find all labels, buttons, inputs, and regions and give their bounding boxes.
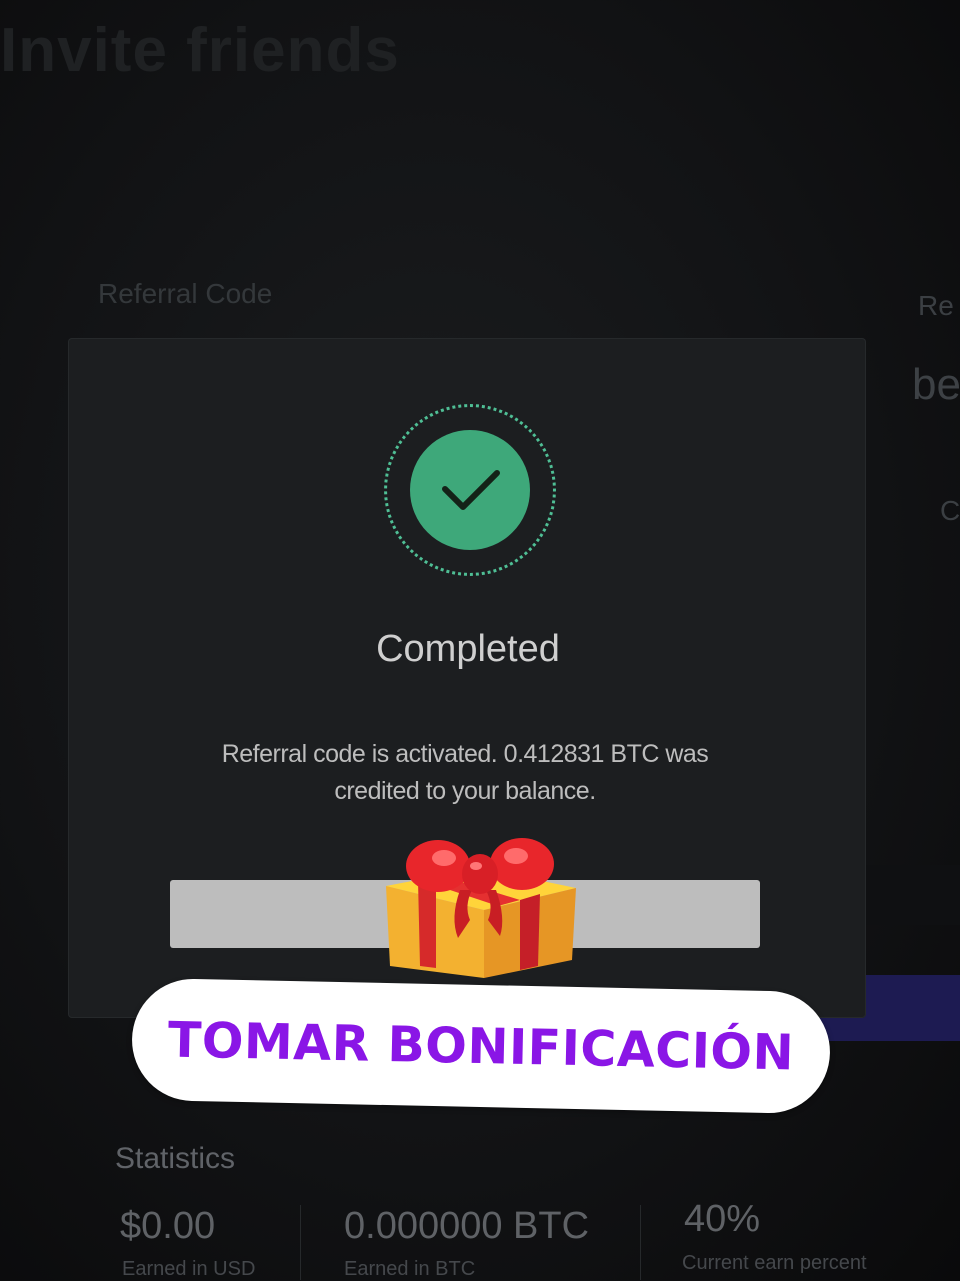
stat-divider <box>300 1205 301 1280</box>
right-panel-label: Re <box>918 290 954 321</box>
modal-message: Referral code is activated. 0.412831 BTC… <box>221 740 709 805</box>
stat-divider <box>640 1205 641 1280</box>
referral-code-label: Referral Code <box>98 278 273 309</box>
claim-bonus-label: TOMAR BONIFICACIÓN <box>167 1010 795 1082</box>
stat-percent-value: 40% <box>684 1198 761 1240</box>
stat-btc-value: 0.000000 BTC <box>344 1205 590 1247</box>
stat-btc-label: Earned in BTC <box>344 1258 476 1280</box>
stat-usd-value: $0.00 <box>120 1205 216 1247</box>
success-circle <box>410 430 530 550</box>
gift-icon <box>386 838 576 978</box>
check-icon <box>442 470 500 510</box>
statistics-title: Statistics <box>115 1142 236 1175</box>
claim-bonus-button[interactable]: TOMAR BONIFICACIÓN <box>130 977 832 1115</box>
right-panel-value: be <box>912 360 960 409</box>
modal-title: Completed <box>376 628 560 670</box>
stat-percent-label: Current earn percent <box>682 1252 867 1274</box>
page-title: Invite friends <box>0 16 400 85</box>
right-panel-caption: C <box>940 495 960 526</box>
stat-usd-label: Earned in USD <box>122 1258 256 1280</box>
success-badge <box>384 404 556 576</box>
